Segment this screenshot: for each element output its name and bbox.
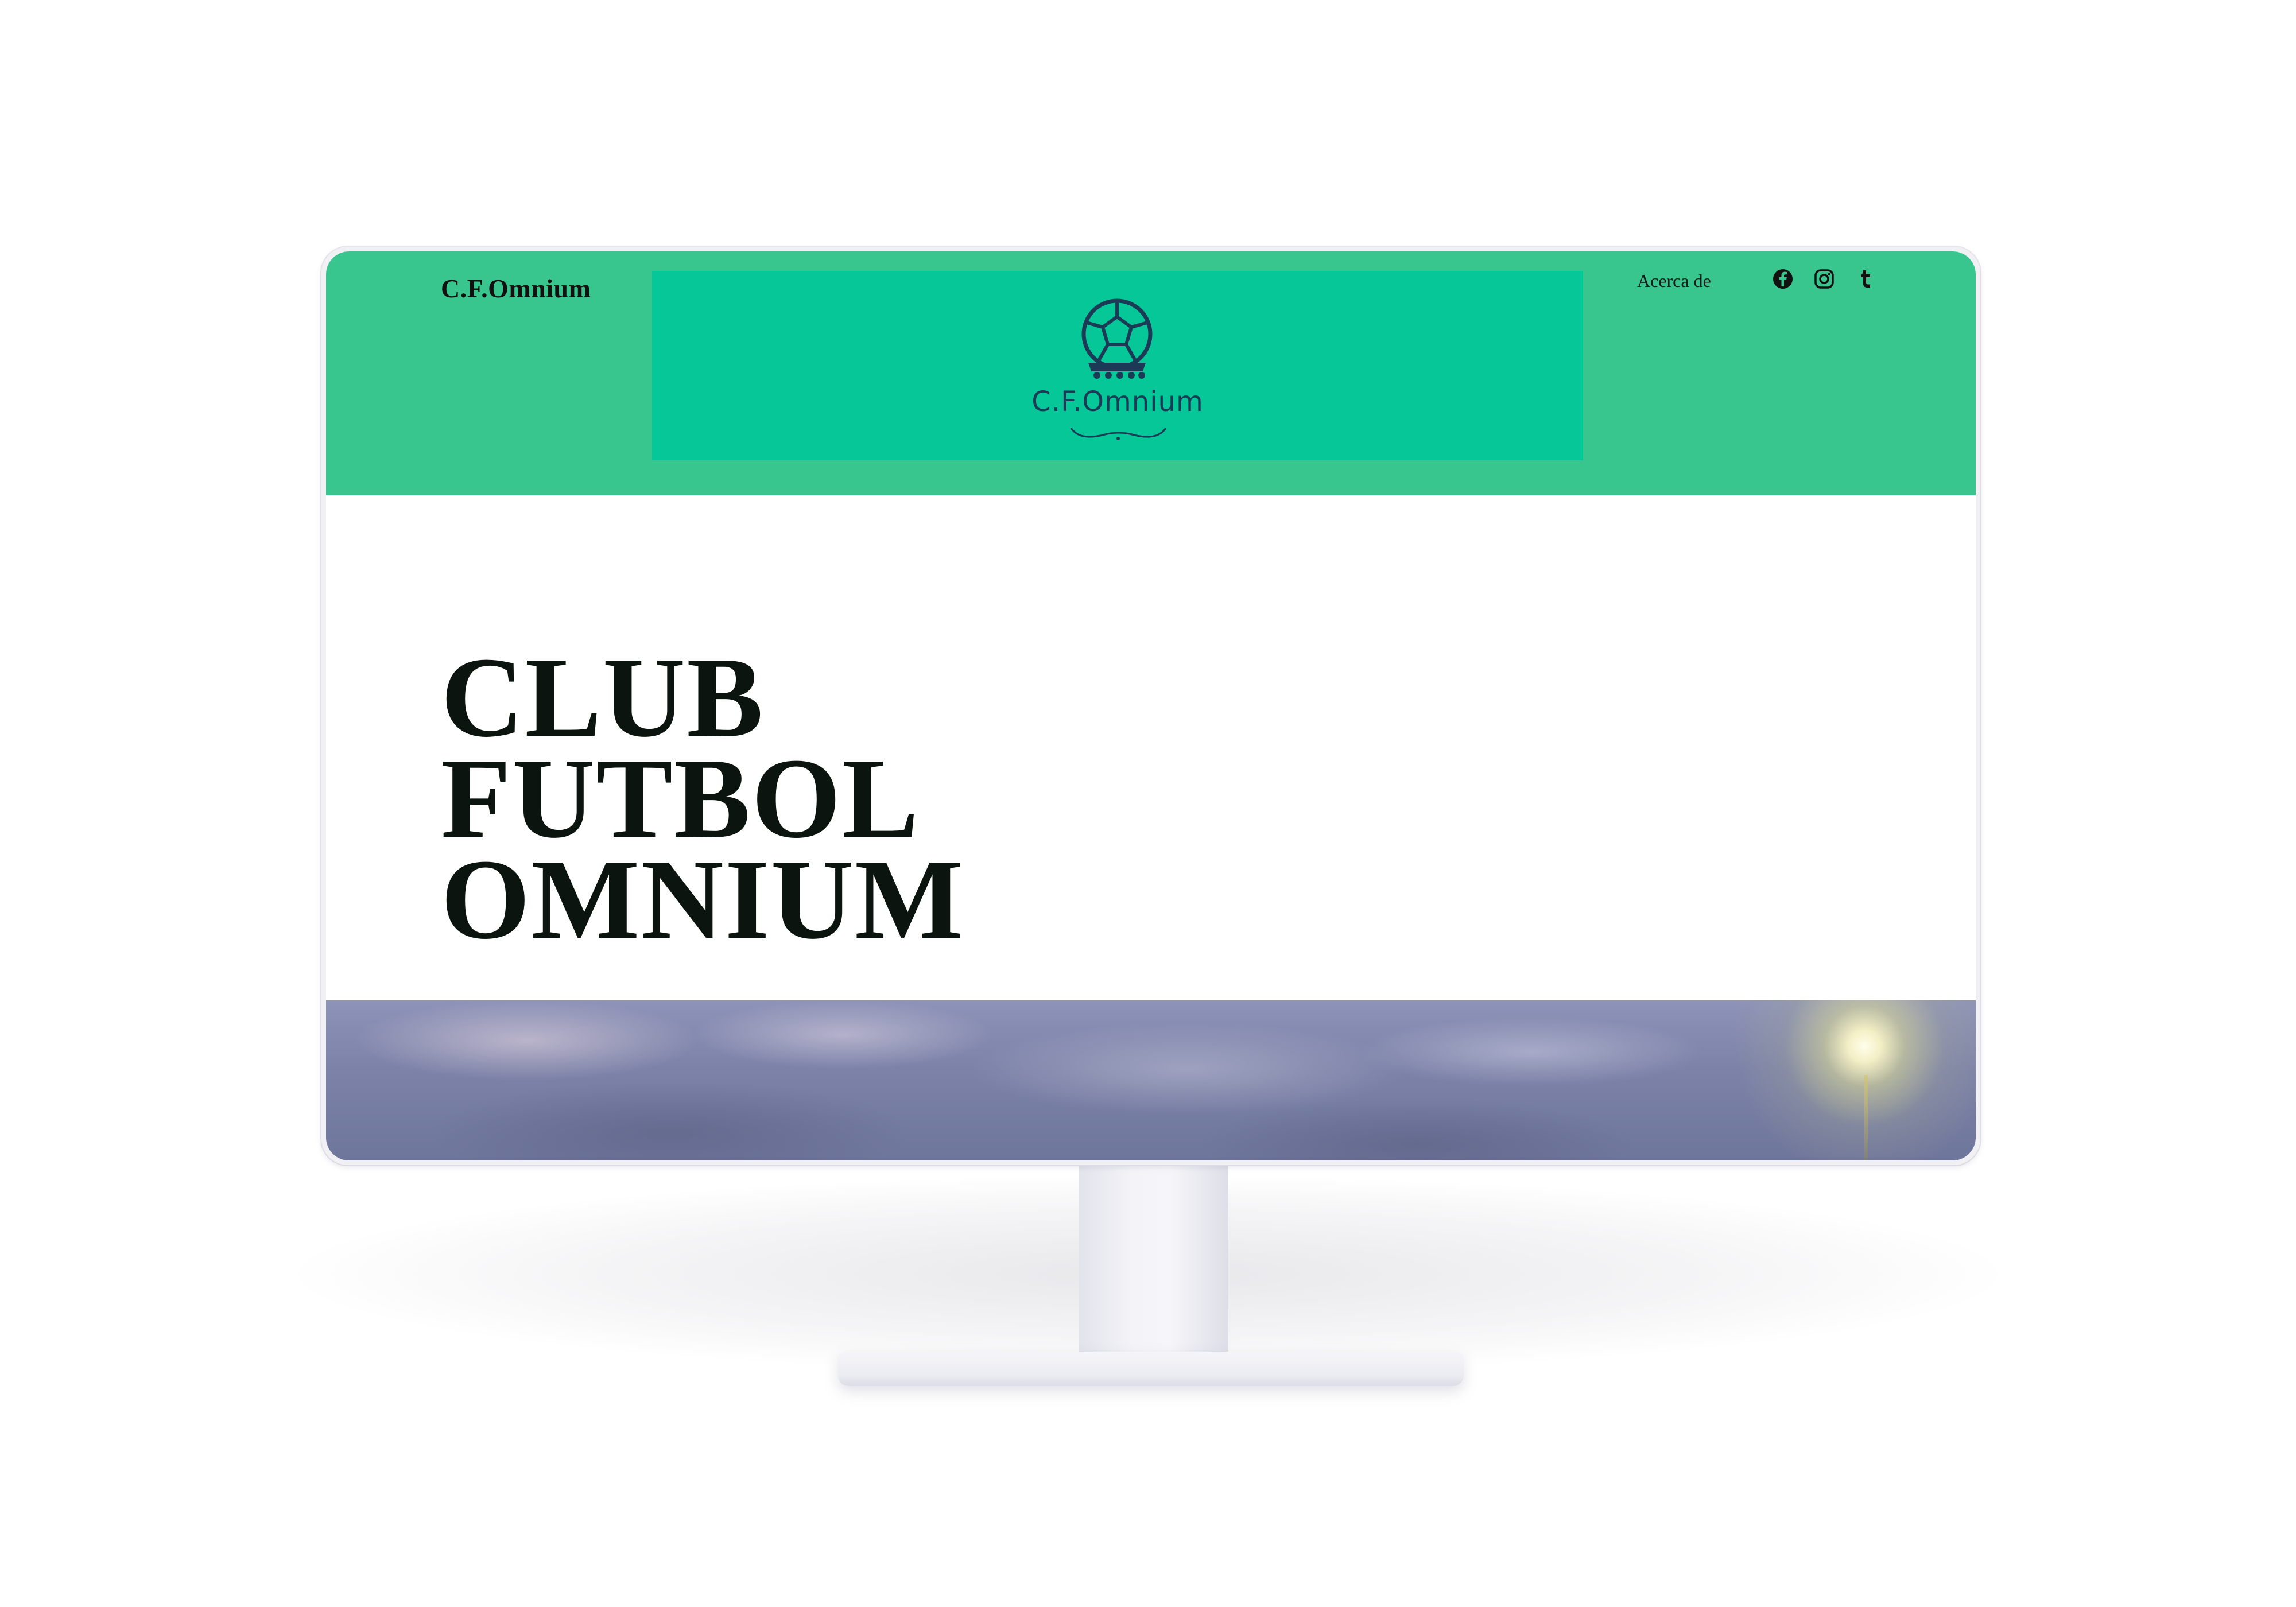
monitor-screen: C.F.Omnium C.F.Omnium Acerca de CLUB FUT… — [326, 251, 1976, 1160]
soccer-ball-logo-icon — [1081, 298, 1153, 379]
flourish-ornament-icon — [1070, 428, 1167, 440]
site-header: C.F.Omnium C.F.Omnium Acerca de — [326, 251, 1976, 495]
logo-wordmark: C.F.Omnium — [1031, 386, 1204, 418]
monitor-frame: C.F.Omnium C.F.Omnium Acerca de CLUB FUT… — [321, 247, 1980, 1165]
floodlight-pole — [1864, 1075, 1868, 1160]
nav-link-about[interactable]: Acerca de — [1637, 270, 1711, 292]
hero-title-line-3: OMNIUM — [441, 836, 964, 963]
site-brand-link[interactable]: C.F.Omnium — [441, 273, 591, 304]
hero-title-line-2: FUTBOL — [441, 735, 920, 862]
hero-title: CLUB FUTBOL OMNIUM — [441, 634, 964, 963]
tumblr-icon[interactable] — [1854, 267, 1877, 290]
hero-title-line-1: CLUB — [441, 634, 765, 761]
facebook-icon[interactable] — [1771, 267, 1794, 290]
monitor-stand-base — [838, 1352, 1464, 1386]
monitor-stand-neck — [1079, 1165, 1228, 1372]
instagram-icon[interactable] — [1813, 267, 1836, 290]
stadium-sky-image — [326, 1000, 1976, 1160]
logo-banner[interactable]: C.F.Omnium — [652, 271, 1583, 460]
